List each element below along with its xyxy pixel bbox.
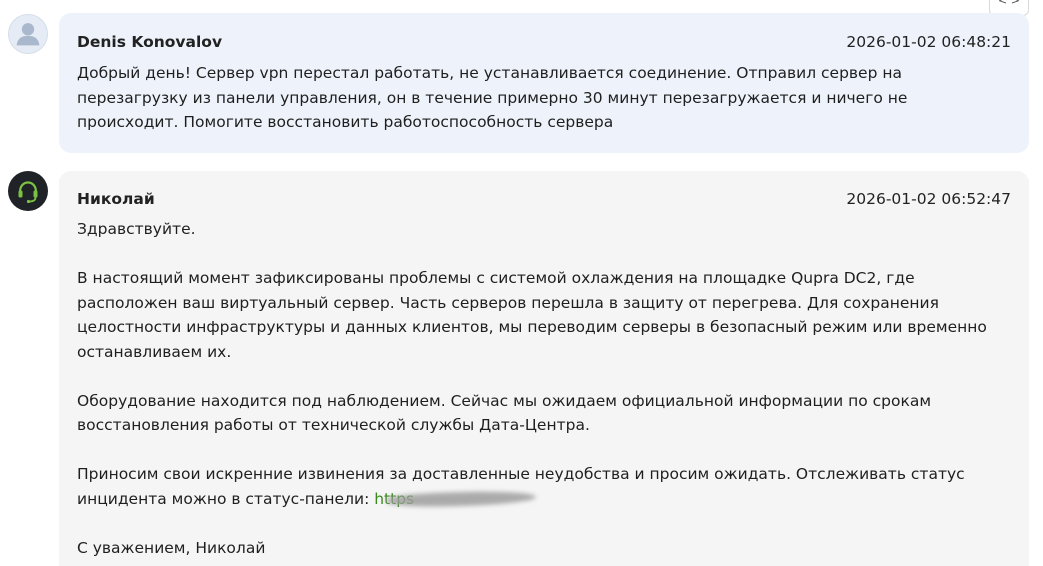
support-avatar [8, 171, 48, 211]
redacted-link-region [382, 488, 532, 510]
message-author: Николай [77, 190, 155, 208]
message-body: Здравствуйте. В настоящий момент зафикси… [77, 217, 1013, 566]
message-timestamp: 2026-01-02 06:48:21 [846, 33, 1011, 51]
message-paragraph: Приносим свои искренние извинения за дос… [77, 462, 1013, 511]
customer-avatar [8, 14, 48, 54]
headset-icon [18, 181, 38, 204]
message-timestamp: 2026-01-02 06:52:47 [846, 190, 1011, 208]
message-body: Добрый день! Сервер vpn перестал работат… [77, 61, 1013, 135]
message-paragraph: В настоящий момент зафиксированы проблем… [77, 269, 987, 361]
message-paragraph: С уважением, Николай [77, 538, 266, 557]
message-paragraph: Оборудование находится под наблюдением. … [77, 391, 932, 435]
chat-thread: < > Denis Konovalov 2026-01-02 06:48:21 … [0, 0, 1043, 566]
user-silhouette-icon [16, 23, 40, 46]
message-author: Denis Konovalov [77, 33, 223, 51]
code-brackets-icon: < > [998, 0, 1020, 7]
message-paragraph: Добрый день! Сервер vpn перестал работат… [77, 64, 908, 131]
message-paragraph: Здравствуйте. [77, 220, 196, 238]
support-message: Николай 2026-01-02 06:52:47 Здравствуйте… [59, 171, 1029, 566]
customer-message: Denis Konovalov 2026-01-02 06:48:21 Добр… [59, 13, 1029, 153]
